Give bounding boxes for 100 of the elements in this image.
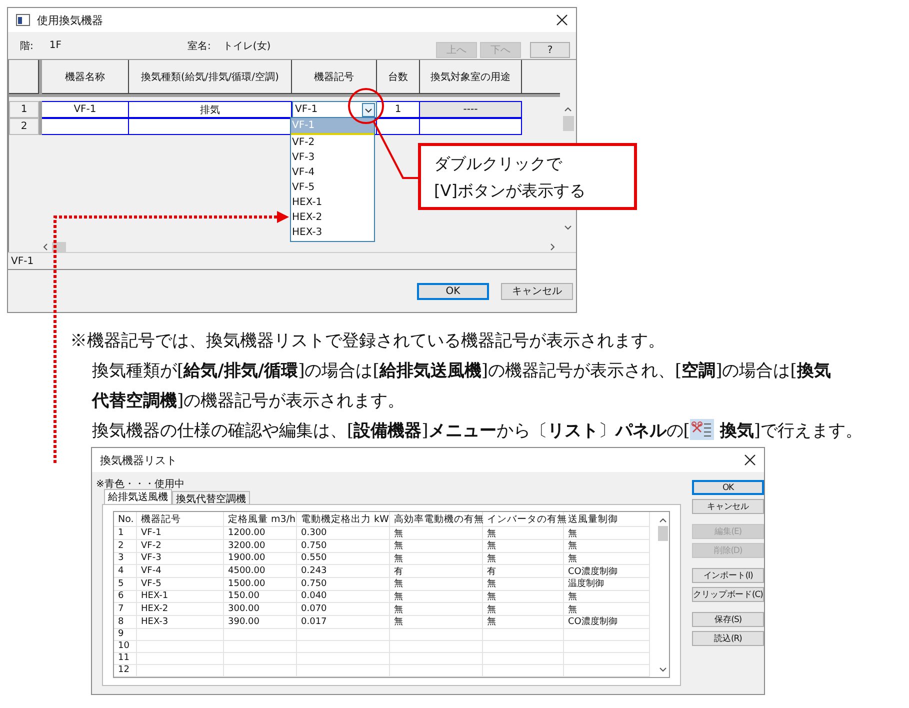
scroll-up-icon[interactable] [563,105,573,113]
nav-button[interactable]: ? [530,42,570,58]
table-cell[interactable]: VF-1 [42,101,129,118]
table-cell: CO濃度制御 [564,616,650,628]
dropdown-item[interactable]: VF-5 [291,180,374,195]
table-cell: 無 [564,552,650,564]
table-cell: 無 [564,540,650,552]
note-text: ※機器記号では、換気機器リストで登録されている機器記号が表示されます。 [70,331,665,351]
table-cell: 有 [390,565,483,577]
table-cell: 1200.00 [224,527,297,539]
table-cell: 3 [114,552,137,564]
table-cell[interactable] [129,118,292,135]
table-cell: HEX-2 [137,603,224,616]
dropdown-item[interactable]: HEX-1 [291,195,374,210]
tab[interactable]: 給排気送風機 [104,489,172,504]
table-cell: 無 [483,552,564,564]
table-cell: 150.00 [224,590,297,602]
note-text: 換気]で行えます。 [720,421,863,441]
dialog-button[interactable]: OK [417,282,489,300]
column-header[interactable]: 電動機定格出力 kW [297,512,390,526]
scroll-up-icon[interactable] [658,516,668,524]
scroll-left-icon[interactable] [42,242,50,250]
table-cell: 無 [390,578,483,590]
window-title: 使用換気機器 [37,12,103,28]
table-cell: 8 [114,616,137,628]
note-text: 換気機器の仕様の確認や編集は、[設備機器]メニューから〔リスト〕パネルの[ [92,421,690,441]
dropdown-item[interactable]: VF-3 [291,150,374,165]
dialog-button[interactable]: 読込(R) [692,631,764,646]
dialog-button[interactable]: OK [692,480,764,495]
legend-text: ※青色・・・使用中 [96,478,186,489]
table-cell: 無 [390,603,483,616]
table-cell: 3200.00 [224,540,297,552]
scroll-down-icon[interactable] [563,224,573,232]
table-cell: 4 [114,565,137,577]
column-header[interactable]: 換気種類(給気/排気/循環/空調) [129,60,292,94]
column-header[interactable]: 高効率電動機の有無 [390,512,483,526]
row-header[interactable]: 1 [9,101,39,118]
scroll-down-icon[interactable] [658,666,668,674]
dialog-button[interactable]: インポート(I) [692,568,764,583]
table-cell: 300.00 [224,603,297,616]
table-cell[interactable] [420,118,522,135]
table-cell: 無 [390,616,483,628]
table-cell[interactable]: 1 [377,101,420,118]
table-cell: VF-4 [137,565,224,577]
column-header[interactable]: 定格風量 m3/h [224,512,297,526]
floor-label: 階: [20,40,34,52]
table-cell: 温度制御 [564,578,650,590]
table-cell: 7 [114,603,137,616]
close-icon[interactable] [556,14,568,26]
table-cell: 0.750 [297,540,390,552]
floor-value: 1F [49,40,62,51]
dropdown-item[interactable]: VF-2 [291,135,374,150]
list-icon [690,419,714,440]
column-header[interactable]: 台数 [377,60,420,94]
dialog-button[interactable]: キャンセル [692,499,764,514]
table-cell: 0.550 [297,552,390,564]
note-text: 換気種類が[給気/排気/循環]の場合は[給排気送風機]の機器記号が表示され、[空調]の場合は[換気代替空調機]の機器記号が表示されます。 [92,361,831,411]
callout-text: ダブルクリックで [434,153,564,175]
column-header[interactable]: 換気対象室の用途 [420,60,522,94]
table-cell: 2 [114,540,137,552]
column-header[interactable]: No. [114,512,137,526]
scroll-right-icon[interactable] [548,242,556,250]
dialog-button[interactable]: クリップボード(C) [692,587,764,602]
column-header[interactable]: 機器記号 [292,60,377,94]
table-cell: 4500.00 [224,565,297,577]
table-cell[interactable]: 排気 [129,101,292,118]
table-cell: VF-3 [137,552,224,564]
table-cell: 6 [114,590,137,602]
dropdown-item[interactable]: HEX-3 [291,225,374,240]
window-icon [16,14,30,26]
highlight-circle [348,88,384,124]
scroll-thumb[interactable] [658,526,668,541]
room-label: 室名: [188,40,211,52]
scroll-thumb[interactable] [562,116,574,131]
table-cell: 1900.00 [224,552,297,564]
table-cell: VF-2 [137,540,224,552]
caret-icon[interactable] [362,102,375,116]
dropdown-item[interactable]: VF-4 [291,165,374,180]
table-cell: 無 [483,578,564,590]
close-icon[interactable] [744,454,756,466]
table-cell: 1500.00 [224,578,297,590]
table-cell: 0.040 [297,590,390,602]
table-cell: 無 [564,527,650,539]
table-cell: 390.00 [224,616,297,628]
dialog-button[interactable]: キャンセル [501,282,573,300]
tab[interactable]: 換気代替空調機 [172,491,250,504]
table-cell: 1 [114,527,137,539]
dropdown-item[interactable]: HEX-2 [291,210,374,225]
room-value: トイレ(女) [222,40,271,52]
dialog-button[interactable]: 保存(S) [692,612,764,627]
table-cell: CO濃度制御 [564,565,650,577]
column-header[interactable]: インバータの有無 [483,512,564,526]
column-header[interactable]: 機器名称 [42,60,129,94]
row-header[interactable]: 2 [9,118,39,135]
combo-box[interactable]: VF-1 [292,101,377,118]
column-header[interactable]: 機器記号 [137,512,224,526]
table-cell[interactable] [42,118,129,135]
table-cell: 有 [483,565,564,577]
table-cell[interactable] [377,118,420,135]
status-text: VF-1 [11,256,34,266]
